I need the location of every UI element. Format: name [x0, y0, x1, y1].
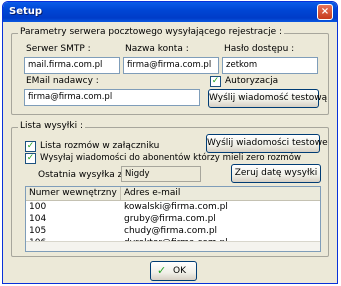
send-test-message-button[interactable]: Wyślij wiadomość testową — [208, 89, 327, 108]
smtp-label: Serwer SMTP : — [26, 44, 91, 54]
password-label: Hasło dostępu : — [224, 44, 295, 54]
table-row[interactable]: 100 kowalski@firma.com.pl — [26, 202, 320, 214]
sender-email-label: EMail nadawcy : — [26, 76, 99, 86]
cell-extension: 105 — [29, 226, 47, 236]
account-label: Nazwa konta : — [125, 44, 189, 54]
title-bar[interactable]: Setup × — [3, 2, 337, 22]
check-icon: ✓ — [26, 153, 35, 163]
mailing-list-title: Lista wysyłki : — [18, 121, 85, 131]
attach-list-checkbox[interactable]: ✓ — [25, 141, 36, 152]
send-zero-calls-checkbox[interactable]: ✓ — [25, 153, 36, 164]
send-test-messages-button[interactable]: Wyślij wiadomości testowe — [206, 134, 328, 153]
ok-label: OK — [173, 266, 186, 276]
column-header-extension[interactable]: Numer wewnętrzny — [26, 187, 121, 201]
account-field[interactable]: firma@firma.com.pl — [123, 57, 219, 74]
check-icon: ✓ — [157, 264, 167, 277]
check-icon: ✓ — [211, 76, 220, 86]
server-params-title: Parametry serwera pocztowego wysyłająceg… — [18, 27, 285, 37]
ok-button[interactable]: ✓ OK — [150, 261, 197, 281]
cell-email: chudy@firma.com.pl — [124, 226, 218, 236]
sender-email-field[interactable]: firma@firma.com.pl — [24, 89, 200, 106]
auth-checkbox[interactable]: ✓ — [210, 76, 221, 87]
setup-dialog: Setup × Parametry serwera pocztowego wys… — [2, 1, 338, 284]
last-send-field: Nigdy — [121, 166, 201, 182]
close-button[interactable]: × — [317, 4, 333, 20]
cell-extension: 100 — [29, 202, 47, 212]
window-title: Setup — [9, 6, 43, 17]
auth-label: Autoryzacja — [225, 76, 279, 86]
password-field[interactable]: zetkom — [222, 57, 318, 74]
table-header: Numer wewnętrzny Adres e-mail — [26, 187, 320, 201]
column-header-email[interactable]: Adres e-mail — [121, 187, 320, 201]
check-icon: ✓ — [26, 141, 35, 151]
close-icon: × — [320, 6, 330, 17]
table-row[interactable]: 104 gruby@firma.com.pl — [26, 214, 320, 226]
reset-send-date-button[interactable]: Zeruj datę wysyłki — [231, 164, 321, 183]
send-zero-calls-label: Wysyłaj wiadomości do abonentów którzy m… — [40, 153, 302, 163]
mailing-list-table[interactable]: Numer wewnętrzny Adres e-mail 100 kowals… — [25, 186, 321, 252]
smtp-field[interactable]: mail.firma.com.pl — [24, 57, 120, 74]
cell-email: kowalski@firma.com.pl — [124, 202, 228, 212]
cell-email: gruby@firma.com.pl — [124, 214, 216, 224]
last-send-label: Ostatnia wysyłka za : — [38, 170, 134, 180]
horizontal-scrollbar[interactable] — [26, 241, 320, 251]
table-row[interactable]: 105 chudy@firma.com.pl — [26, 226, 320, 238]
attach-list-label: Lista rozmów w załączniku — [40, 141, 160, 151]
cell-extension: 104 — [29, 214, 47, 224]
